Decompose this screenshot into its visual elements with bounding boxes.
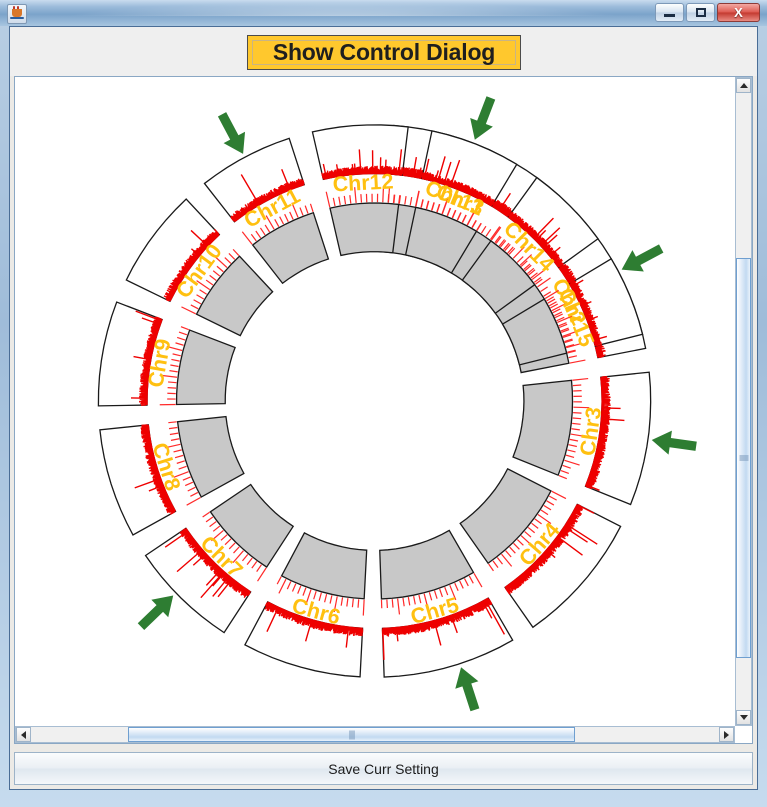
vertical-scrollbar-thumb[interactable] <box>736 258 751 658</box>
java-coffee-cup-icon <box>7 4 27 24</box>
triangle-right-icon <box>724 730 729 739</box>
close-icon: X <box>734 5 743 20</box>
chromosome-chr12: Chr12 <box>311 124 409 257</box>
show-control-dialog-label: Show Control Dialog <box>272 39 496 65</box>
scroll-right-button[interactable] <box>719 727 734 742</box>
chromosome-label: Chr12 <box>332 169 394 196</box>
annotation-arrow-chr11 <box>217 112 246 154</box>
scroll-down-button[interactable] <box>736 710 751 725</box>
triangle-left-icon <box>21 730 26 739</box>
save-curr-setting-label: Save Curr Setting <box>328 760 439 777</box>
grip-icon <box>739 455 748 461</box>
scroll-left-button[interactable] <box>16 727 31 742</box>
circos-scroll-pane: Chr1 Chr2 Chr3 Chr4 Chr5 Chr6 Chr7 Chr8 Chr9 Chr1… <box>14 76 753 744</box>
circos-viewport[interactable]: Chr1 Chr2 Chr3 Chr4 Chr5 Chr6 Chr7 Chr8 Chr9 Chr1… <box>15 77 735 726</box>
minimize-button[interactable] <box>655 3 684 22</box>
chromosome-chr11: Chr11 <box>203 137 330 285</box>
annotation-arrow-chr7 <box>137 595 174 631</box>
annotation-arrow-chr2 <box>621 244 664 272</box>
circos-plot[interactable]: Chr1Chr2Chr3Chr4Chr5Chr6Chr7Chr8Chr9Chr1… <box>15 77 735 726</box>
annotation-arrow-chr5 <box>455 667 480 712</box>
show-control-dialog-button[interactable]: Show Control Dialog <box>247 35 521 70</box>
triangle-up-icon <box>739 83 748 88</box>
application-window: X Show Control Dialog Chr1 Chr2 Chr3 Chr4 Ch… <box>0 0 767 807</box>
vertical-scrollbar[interactable] <box>735 77 752 726</box>
window-content: Show Control Dialog Chr1 Chr2 Chr3 Chr4 Chr5… <box>9 26 758 790</box>
close-button[interactable]: X <box>717 3 760 22</box>
maximize-icon <box>695 8 706 17</box>
triangle-down-icon <box>739 715 748 720</box>
annotation-arrow-chr3 <box>651 430 697 455</box>
save-curr-setting-button[interactable]: Save Curr Setting <box>14 752 753 785</box>
title-bar[interactable]: X <box>0 0 767 26</box>
horizontal-scrollbar-thumb[interactable] <box>128 727 575 742</box>
minimize-icon <box>664 13 675 17</box>
horizontal-scrollbar[interactable] <box>15 726 735 743</box>
annotation-arrow-chr13 <box>470 96 496 140</box>
toolbar: Show Control Dialog <box>10 27 757 76</box>
scroll-up-button[interactable] <box>736 78 751 93</box>
maximize-button[interactable] <box>686 3 715 22</box>
grip-icon <box>349 730 354 739</box>
